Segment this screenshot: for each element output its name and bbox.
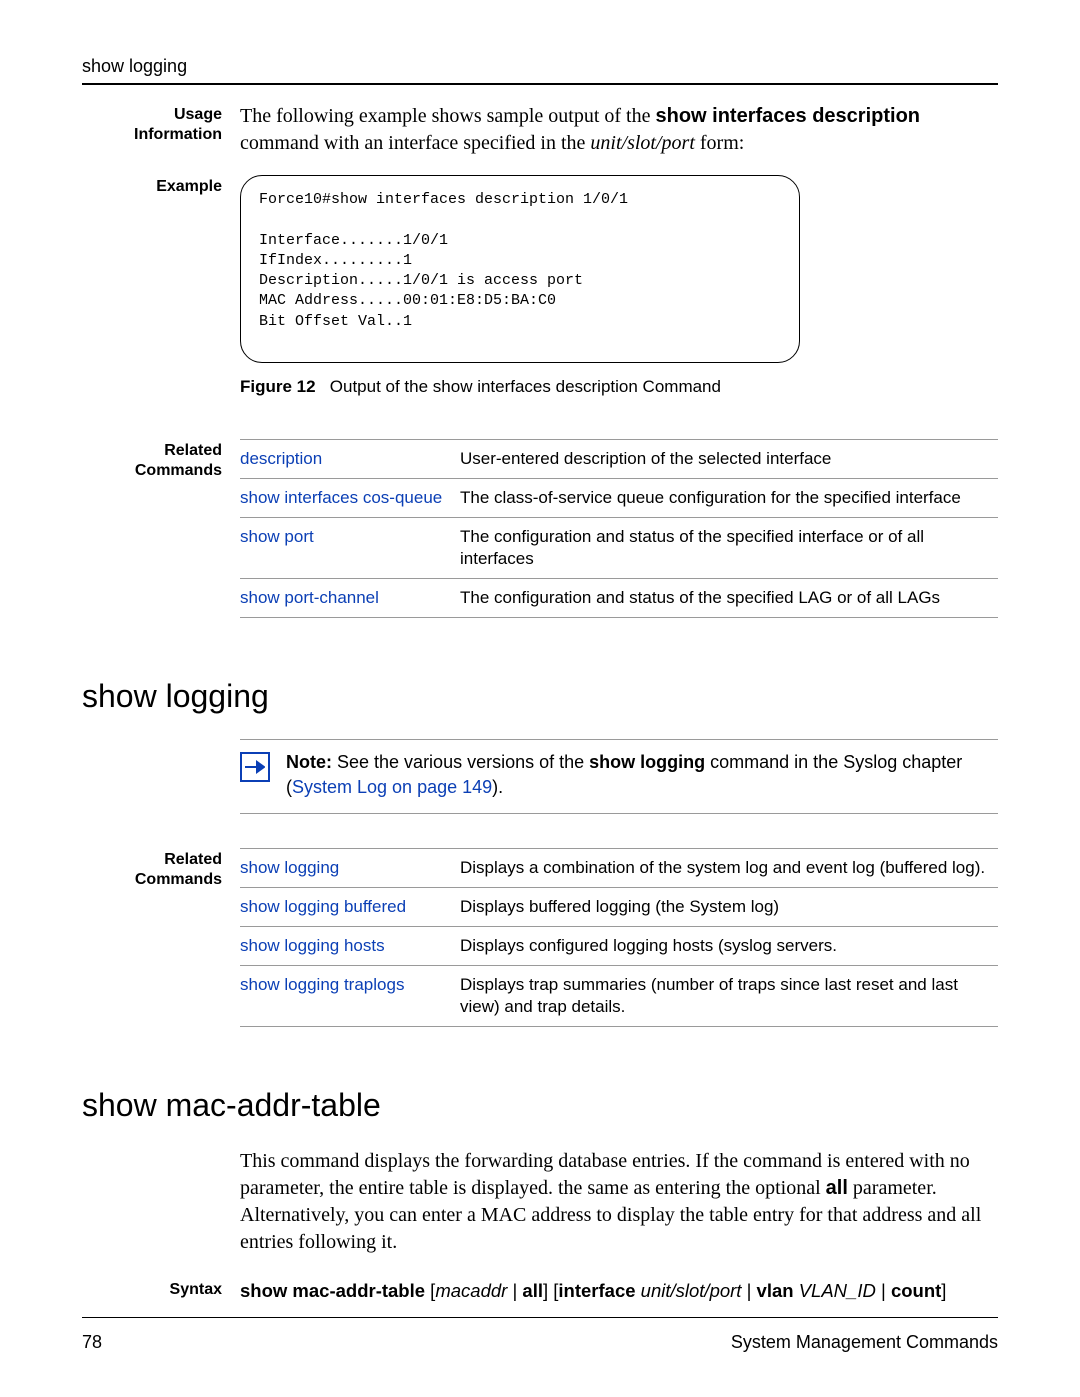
link-show-port[interactable]: show port [240,527,314,546]
link-show-interfaces-cos-queue[interactable]: show interfaces cos-queue [240,488,442,507]
syntax-cmd: show mac-addr-table [240,1280,425,1301]
usage-text2: command with an interface specified in t… [240,132,590,154]
running-head: show logging [82,56,998,77]
link-description[interactable]: description [240,449,322,468]
link-show-logging[interactable]: show logging [240,858,339,877]
note-label: Note: [286,752,332,772]
all-keyword: all [826,1177,848,1199]
cell-desc: The configuration and status of the spec… [460,579,998,618]
link-show-logging-hosts[interactable]: show logging hosts [240,936,385,955]
page-number: 78 [82,1332,102,1353]
related-table-2: show logging Displays a combination of t… [240,848,998,1027]
usage-param: unit/slot/port [590,132,694,154]
example-content: Force10#show interfaces description 1/0/… [240,175,998,397]
cell-desc: Displays a combination of the system log… [460,848,998,887]
usage-body: The following example shows sample outpu… [240,103,998,157]
cell-desc: Displays configured logging hosts (syslo… [460,927,998,966]
table-row: show logging traplogs Displays trap summ… [240,966,998,1027]
mac-body-block: This command displays the forwarding dat… [82,1148,998,1256]
usage-text3: form: [695,132,744,154]
arrow-icon [240,752,270,782]
syntax-label: Syntax [82,1278,222,1305]
table-row: show interfaces cos-queue The class-of-s… [240,478,998,517]
link-system-log[interactable]: System Log on page 149 [292,777,492,797]
code-box: Force10#show interfaces description 1/0/… [240,175,800,363]
note-cmd: show logging [589,752,705,772]
related-table-1: description User-entered description of … [240,439,998,618]
note-text1: See the various versions of the [332,752,589,772]
syntax-block: Syntax show mac-addr-table [macaddr | al… [82,1278,998,1305]
cell-desc: The class-of-service queue configuration… [460,478,998,517]
syntax-text: show mac-addr-table [macaddr | all] [int… [240,1278,998,1305]
top-rule [82,83,998,85]
cell-desc: The configuration and status of the spec… [460,517,998,578]
bottom-rule [82,1317,998,1318]
usage-label: Usage Information [82,103,222,157]
figure-caption: Figure 12 Output of the show interfaces … [240,377,998,397]
related-label-1: Related Commands [82,439,222,618]
note-text: Note: See the various versions of the sh… [286,750,998,799]
usage-text1: The following example shows sample outpu… [240,105,655,127]
link-show-logging-buffered[interactable]: show logging buffered [240,897,406,916]
example-block: Example Force10#show interfaces descript… [82,175,998,397]
link-show-logging-traplogs[interactable]: show logging traplogs [240,975,404,994]
table-row: description User-entered description of … [240,439,998,478]
cell-desc: Displays buffered logging (the System lo… [460,887,998,926]
table-row: show logging buffered Displays buffered … [240,887,998,926]
cell-desc: Displays trap summaries (number of traps… [460,966,998,1027]
section-title-show-mac-addr-table: show mac-addr-table [82,1087,998,1124]
example-label: Example [82,175,222,397]
usage-information-block: Usage Information The following example … [82,103,998,157]
figure-text: Output of the show interfaces descriptio… [330,377,721,396]
footer: 78 System Management Commands [82,1317,998,1353]
note-box: Note: See the various versions of the sh… [240,739,998,814]
related-commands-block-2: Related Commands show logging Displays a… [82,848,998,1027]
figure-label: Figure 12 [240,377,316,396]
table-row: show logging hosts Displays configured l… [240,927,998,966]
table-row: show logging Displays a combination of t… [240,848,998,887]
table-row: show port The configuration and status o… [240,517,998,578]
note-text3: ). [492,777,503,797]
section-title-show-logging: show logging [82,678,998,715]
link-show-port-channel[interactable]: show port-channel [240,588,379,607]
chapter-name: System Management Commands [731,1332,998,1353]
table-row: show port-channel The configuration and … [240,579,998,618]
cell-desc: User-entered description of the selected… [460,439,998,478]
mac-body: This command displays the forwarding dat… [240,1148,998,1256]
related-commands-block-1: Related Commands description User-entere… [82,439,998,618]
related-label-2: Related Commands [82,848,222,1027]
usage-cmd: show interfaces description [655,105,920,127]
